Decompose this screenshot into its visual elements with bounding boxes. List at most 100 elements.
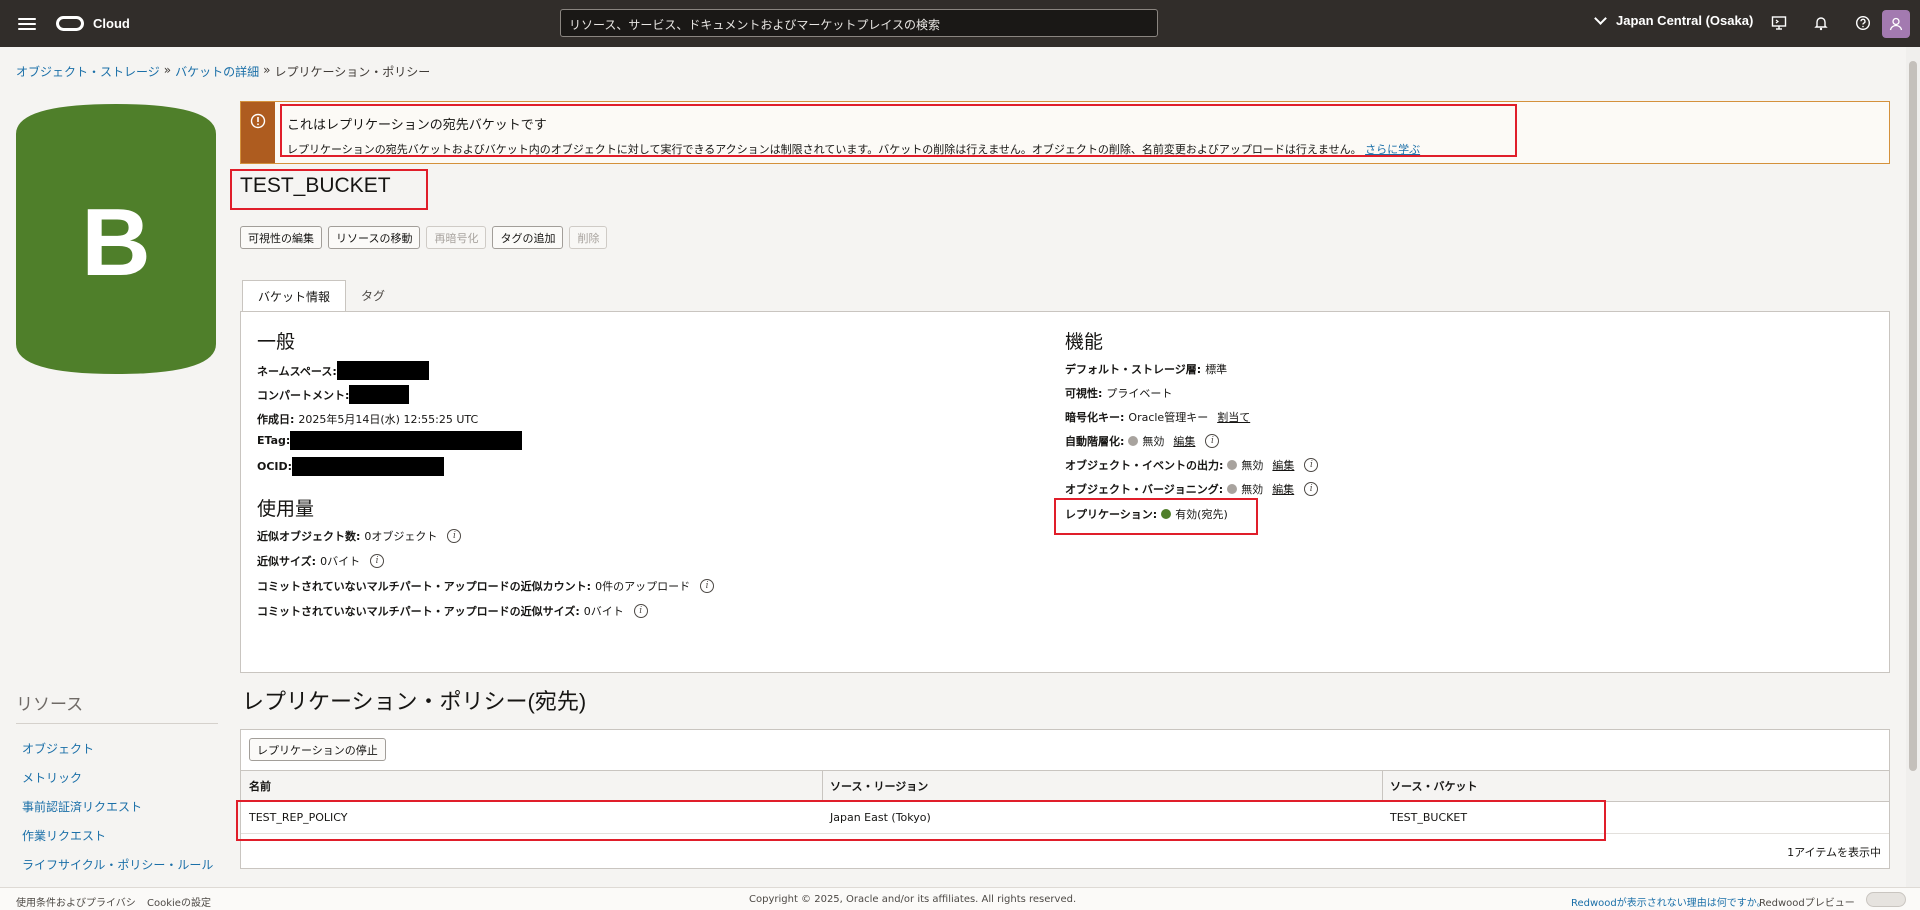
resources-title: リソース <box>16 695 84 715</box>
terms-privacy-link[interactable]: 使用条件およびプライバシ <box>16 894 136 909</box>
namespace-row: ネームスペース: <box>257 361 429 380</box>
item-count: 1アイテムを表示中 <box>1787 846 1881 859</box>
page-title: TEST_BUCKET <box>240 174 391 197</box>
edit-versioning-link[interactable]: 編集 <box>1272 481 1294 497</box>
bucket-badge: B <box>16 104 216 374</box>
info-icon[interactable]: i <box>633 604 648 618</box>
auto-tiering-row: 自動階層化: 無効 編集 i <box>1065 433 1220 449</box>
edit-auto-tiering-link[interactable]: 編集 <box>1173 433 1195 449</box>
redacted-value <box>292 457 445 476</box>
chevron-down-icon <box>1594 11 1607 25</box>
encryption-label: 暗号化キー: <box>1065 411 1125 424</box>
region-label: Japan Central (Osaka) <box>1616 13 1754 28</box>
status-dot-icon <box>1128 436 1139 446</box>
breadcrumb-current: レプリケーション・ポリシー <box>274 65 431 79</box>
cell-policy-name: TEST_REP_POLICY <box>249 811 348 824</box>
page-footer: 使用条件およびプライバシ Cookieの設定 Copyright © 2025,… <box>0 887 1920 910</box>
resource-item-work-requests[interactable]: 作業リクエスト <box>22 827 213 856</box>
cloud-shell-icon[interactable] <box>1768 12 1790 34</box>
redwood-preview-label: Redwoodプレビュー <box>1759 898 1855 909</box>
status-dot-icon <box>1227 484 1238 494</box>
page-scrollbar[interactable] <box>1906 47 1920 887</box>
object-count-row: 近似オブジェクト数: 0オブジェクト i <box>257 528 462 544</box>
user-icon <box>1889 17 1903 31</box>
multipart-count-row: コミットされていないマルチパート・アップロードの近似カウント: 0件のアップロー… <box>257 578 715 594</box>
oracle-logo-icon <box>56 16 84 31</box>
created-row: 作成日: 2025年5月14日(水) 12:55:25 UTC <box>257 411 478 427</box>
alert-icon-bar <box>241 102 275 163</box>
tab-bucket-info[interactable]: バケット情報 <box>242 280 347 311</box>
breadcrumb: オブジェクト・ストレージ » バケットの詳細 » レプリケーション・ポリシー <box>16 63 430 80</box>
multipart-size-label: コミットされていないマルチパート・アップロードの近似サイズ: <box>257 605 580 618</box>
assign-key-link[interactable]: 割当て <box>1217 409 1250 425</box>
redacted-value <box>336 361 429 380</box>
usage-section-title: 使用量 <box>257 499 315 520</box>
events-row: オブジェクト・イベントの出力: 無効 編集 i <box>1065 457 1319 473</box>
reencrypt-button[interactable]: 再暗号化 <box>426 226 487 249</box>
top-navigation-bar: Cloud リソース、サービス、ドキュメントおよびマーケットプレイスの検索 Ja… <box>0 0 1920 47</box>
stop-replication-button[interactable]: レプリケーションの停止 <box>249 738 386 761</box>
warning-icon <box>250 113 266 129</box>
replication-policy-title: レプリケーション・ポリシー(宛先) <box>242 689 587 714</box>
learn-more-link[interactable]: さらに学ぶ <box>1365 143 1420 156</box>
breadcrumb-object-storage[interactable]: オブジェクト・ストレージ <box>16 63 160 80</box>
alert-text: レプリケーションの宛先バケットおよびバケット内のオブジェクトに対して実行できるア… <box>287 143 1362 156</box>
redwood-reason-link[interactable]: Redwoodが表示されない理由は何ですか。 <box>1571 894 1767 909</box>
menu-icon[interactable] <box>16 15 38 33</box>
divider <box>16 723 218 724</box>
redwood-preview-toggle[interactable] <box>1866 892 1906 907</box>
events-label: オブジェクト・イベントの出力: <box>1065 459 1224 472</box>
encryption-row: 暗号化キー: Oracle管理キー 割当て <box>1065 409 1250 425</box>
resources-list: オブジェクト メトリック 事前認証済リクエスト 作業リクエスト ライフサイクル・… <box>22 740 213 885</box>
resource-item-lifecycle-rules[interactable]: ライフサイクル・ポリシー・ルール <box>22 856 213 885</box>
info-icon[interactable]: i <box>447 529 462 543</box>
breadcrumb-separator: » <box>163 63 172 77</box>
events-value: 無効 <box>1241 459 1264 472</box>
info-icon[interactable]: i <box>370 554 385 568</box>
breadcrumb-bucket-details[interactable]: バケットの詳細 <box>175 63 259 80</box>
notification-bell-icon[interactable] <box>1810 12 1832 34</box>
status-dot-icon <box>1161 509 1172 519</box>
scrollbar-thumb[interactable] <box>1909 61 1917 771</box>
tab-tags[interactable]: タグ <box>346 280 400 311</box>
redacted-value <box>290 431 523 450</box>
redacted-value <box>349 385 410 404</box>
action-toolbar: 可視性の編集 リソースの移動 再暗号化 タグの追加 削除 <box>240 226 608 249</box>
user-avatar[interactable] <box>1882 10 1910 38</box>
bucket-info-panel: 一般 ネームスペース: コンパートメント: 作成日: 2025年5月14日(水)… <box>240 311 1890 673</box>
ocid-row: OCID: <box>257 457 445 476</box>
column-header-name[interactable]: 名前 <box>241 771 271 801</box>
storage-tier-label: デフォルト・ストレージ層: <box>1065 363 1202 376</box>
column-header-source-bucket[interactable]: ソース・バケット <box>1382 771 1477 801</box>
table-row[interactable]: TEST_REP_POLICY Japan East (Tokyo) TEST_… <box>241 802 1889 834</box>
cookie-settings-link[interactable]: Cookieの設定 <box>147 894 211 909</box>
features-section-title: 機能 <box>1065 332 1104 353</box>
help-icon[interactable] <box>1852 12 1874 34</box>
region-selector[interactable]: Japan Central (Osaka) <box>1594 11 1754 28</box>
column-header-source-region[interactable]: ソース・リージョン <box>822 771 928 801</box>
info-icon[interactable]: i <box>1205 434 1220 448</box>
info-icon[interactable]: i <box>1304 482 1319 496</box>
versioning-row: オブジェクト・バージョニング: 無効 編集 i <box>1065 481 1319 497</box>
info-icon[interactable]: i <box>700 579 715 593</box>
replication-label: レプリケーション: <box>1065 508 1158 521</box>
size-value: 0バイト <box>320 555 361 568</box>
resource-item-metrics[interactable]: メトリック <box>22 769 213 798</box>
auto-tiering-value: 無効 <box>1142 435 1165 448</box>
info-icon[interactable]: i <box>1304 458 1319 472</box>
namespace-label: ネームスペース: <box>257 364 337 378</box>
visibility-label: 可視性: <box>1065 387 1103 400</box>
resource-item-preauth-requests[interactable]: 事前認証済リクエスト <box>22 798 213 827</box>
delete-button[interactable]: 削除 <box>569 226 608 249</box>
edit-events-link[interactable]: 編集 <box>1272 457 1294 473</box>
resource-item-objects[interactable]: オブジェクト <box>22 740 213 769</box>
move-resource-button[interactable]: リソースの移動 <box>328 226 421 249</box>
alert-message: レプリケーションの宛先バケットおよびバケット内のオブジェクトに対して実行できるア… <box>287 141 1420 157</box>
status-dot-icon <box>1227 460 1238 470</box>
multipart-size-value: 0バイト <box>583 605 624 618</box>
edit-visibility-button[interactable]: 可視性の編集 <box>240 226 322 249</box>
oracle-cloud-logo[interactable]: Cloud <box>56 16 130 31</box>
add-tags-button[interactable]: タグの追加 <box>492 226 564 249</box>
replication-value: 有効(宛先) <box>1175 508 1228 521</box>
search-input[interactable]: リソース、サービス、ドキュメントおよびマーケットプレイスの検索 <box>560 9 1158 37</box>
